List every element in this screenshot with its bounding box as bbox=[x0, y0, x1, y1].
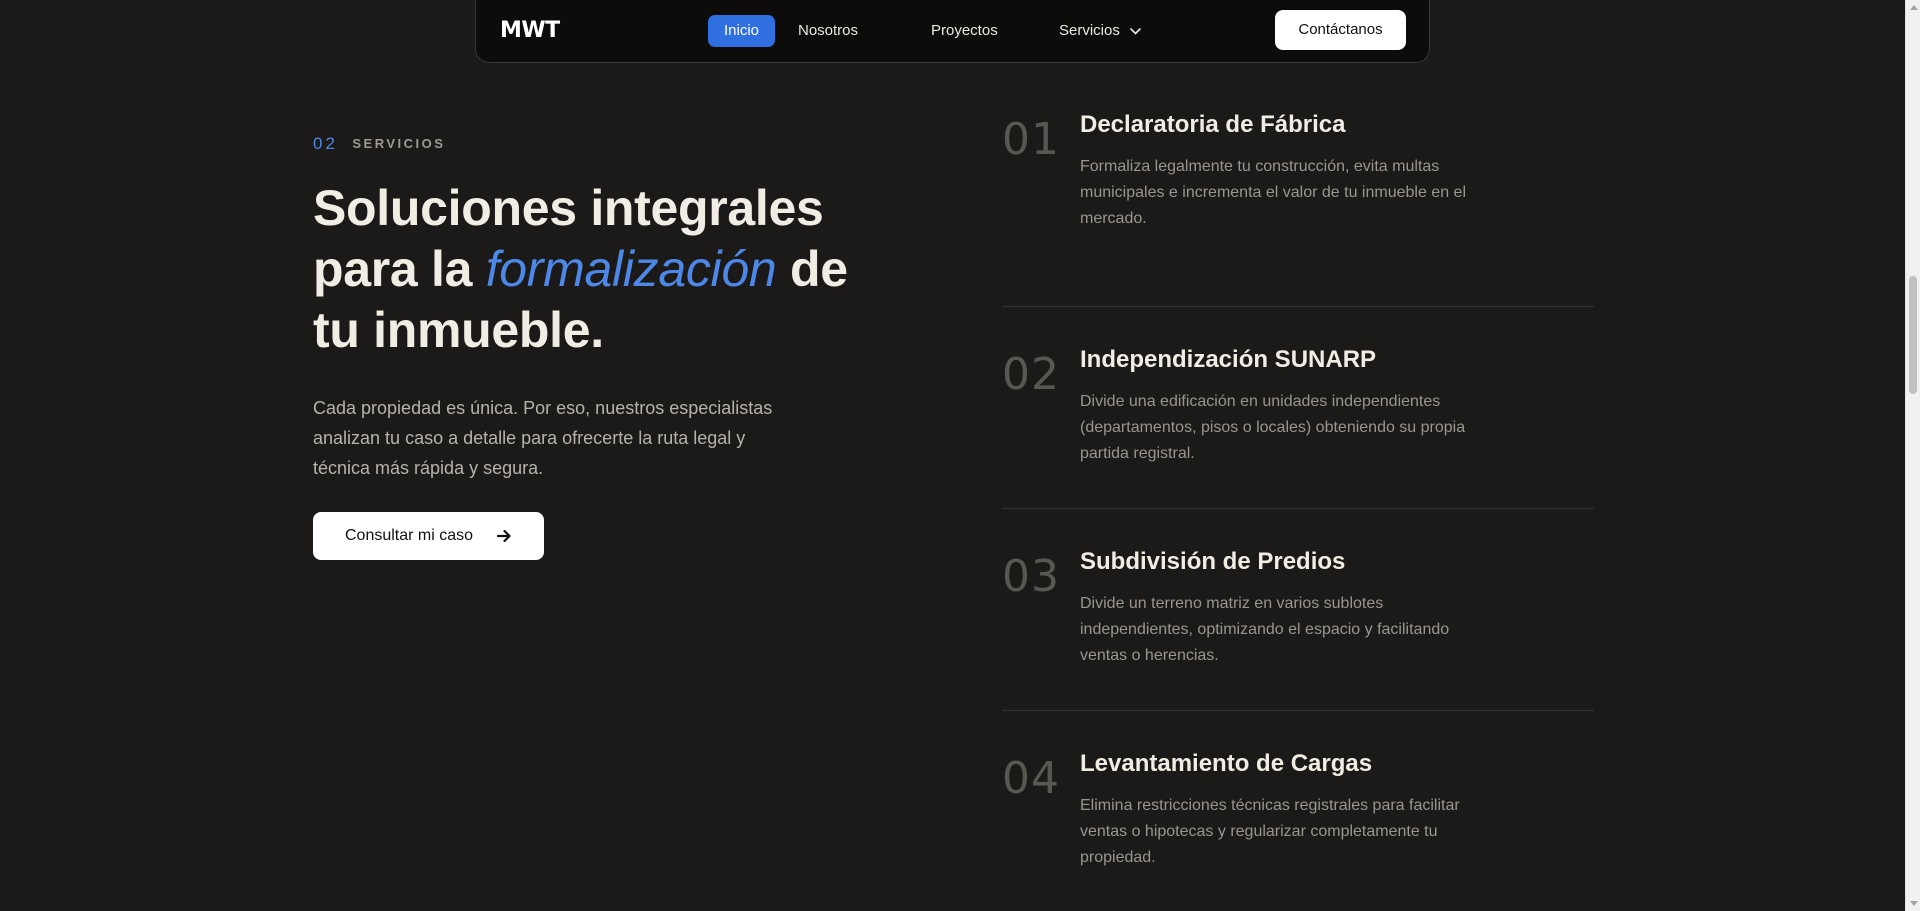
service-item[interactable]: 03 Subdivisión de Predios Divide un terr… bbox=[1002, 509, 1594, 711]
service-number: 02 bbox=[1002, 349, 1060, 400]
contact-button[interactable]: Contáctanos bbox=[1275, 10, 1406, 50]
nav-item-servicios[interactable]: Servicios bbox=[1043, 15, 1157, 47]
lead-paragraph: Cada propiedad es única. Por eso, nuestr… bbox=[313, 398, 773, 478]
section-number: 02 bbox=[313, 134, 338, 153]
chevron-down-icon bbox=[1130, 27, 1141, 34]
service-title: Subdivisión de Predios bbox=[1080, 548, 1346, 575]
logo[interactable]: MWT bbox=[500, 18, 560, 43]
service-description: Elimina restricciones técnicas registral… bbox=[1080, 797, 1460, 866]
consult-case-button[interactable]: Consultar mi caso bbox=[313, 512, 544, 560]
cta-label: Consultar mi caso bbox=[345, 527, 474, 544]
service-title: Independización SUNARP bbox=[1080, 346, 1377, 373]
service-item[interactable]: 04 Levantamiento de Cargas Elimina restr… bbox=[1002, 711, 1594, 911]
nav-item-label: Nosotros bbox=[798, 22, 859, 39]
scroll-up-icon[interactable] bbox=[1910, 5, 1918, 10]
vertical-scrollbar[interactable] bbox=[1905, 0, 1920, 911]
service-title: Declaratoria de Fábrica bbox=[1080, 111, 1346, 138]
page: MWT Inicio Nosotros Proyectos Servicios … bbox=[0, 0, 1920, 911]
service-title: Levantamiento de Cargas bbox=[1080, 750, 1373, 777]
service-description: Formaliza legalmente tu construcción, ev… bbox=[1080, 158, 1466, 227]
nav-item-label: Inicio bbox=[724, 22, 760, 39]
page-title: Soluciones integrales para la formalizac… bbox=[313, 178, 873, 361]
services-list: 01 Declaratoria de Fábrica Formaliza leg… bbox=[1002, 105, 1594, 911]
service-number: 03 bbox=[1002, 551, 1060, 602]
section-label: SERVICIOS bbox=[352, 136, 446, 151]
service-description: Divide una edificación en unidades indep… bbox=[1080, 393, 1466, 462]
scroll-thumb[interactable] bbox=[1909, 276, 1917, 394]
headline-accent: formalización bbox=[485, 241, 777, 297]
navbar: MWT Inicio Nosotros Proyectos Servicios … bbox=[475, 0, 1430, 63]
nav-item-label: Proyectos bbox=[931, 22, 998, 39]
service-item[interactable]: 02 Independización SUNARP Divide una edi… bbox=[1002, 307, 1594, 509]
service-item[interactable]: 01 Declaratoria de Fábrica Formaliza leg… bbox=[1002, 105, 1594, 307]
service-number: 01 bbox=[1002, 114, 1060, 165]
nav-item-label: Servicios bbox=[1059, 22, 1120, 39]
nav-item-proyectos[interactable]: Proyectos bbox=[915, 15, 1014, 47]
section-eyebrow: 02 SERVICIOS bbox=[313, 134, 445, 154]
service-description: Divide un terreno matriz en varios sublo… bbox=[1080, 595, 1450, 664]
nav-item-nosotros[interactable]: Nosotros bbox=[782, 15, 874, 47]
arrow-right-icon bbox=[496, 529, 511, 543]
scroll-down-icon[interactable] bbox=[1910, 901, 1918, 906]
service-number: 04 bbox=[1002, 753, 1060, 804]
nav-item-inicio[interactable]: Inicio bbox=[708, 15, 776, 47]
